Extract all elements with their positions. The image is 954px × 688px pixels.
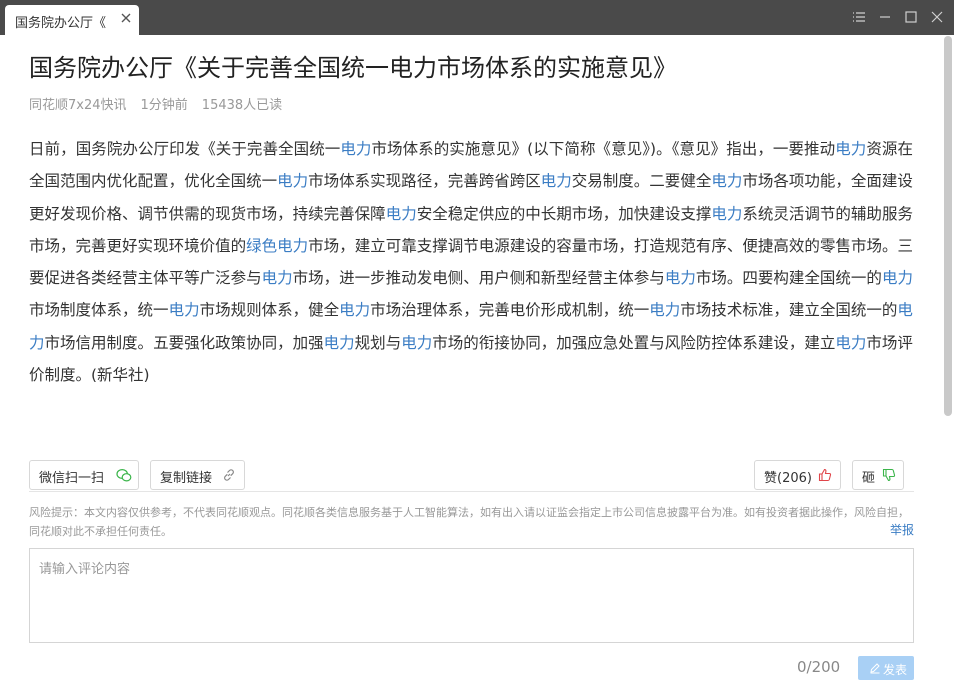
- char-counter: 0/200: [797, 658, 841, 676]
- like-label: 赞(206): [764, 471, 812, 486]
- wechat-icon: [116, 468, 132, 482]
- keyword-link[interactable]: 电力: [169, 301, 200, 319]
- wechat-scan-label: 微信扫一扫: [39, 471, 105, 486]
- article-text: 日前，国务院办公厅印发《关于完善全国统一: [29, 140, 341, 158]
- send-label: 发表: [883, 663, 908, 677]
- send-button[interactable]: 发表: [858, 656, 914, 680]
- keyword-link[interactable]: 电力: [711, 172, 742, 190]
- thumbs-up-icon: [818, 468, 832, 482]
- keyword-link[interactable]: 电力: [277, 172, 308, 190]
- divider: [29, 491, 914, 492]
- dislike-button[interactable]: 砸: [852, 460, 904, 490]
- article-text: 安全稳定供应的中长期市场，加快建设支撑: [416, 204, 712, 223]
- tab-title: 国务院办公厅《: [15, 16, 107, 31]
- article-source: 同花顺7x24快讯: [29, 98, 127, 113]
- keyword-link[interactable]: 电力: [711, 205, 742, 223]
- title-bar: 国务院办公厅《: [0, 0, 954, 35]
- article-body: 日前，国务院办公厅印发《关于完善全国统一电力市场体系的实施意见》(以下简称《意见…: [29, 133, 913, 391]
- article-text: 市场。四要构建全国统一的: [695, 269, 882, 288]
- keyword-link[interactable]: 电力: [649, 301, 680, 319]
- copy-link-label: 复制链接: [160, 471, 213, 486]
- keyword-link[interactable]: 电力: [882, 269, 913, 287]
- window-close-icon[interactable]: [929, 9, 945, 25]
- link-icon: [224, 469, 234, 481]
- article-text: 市场制度体系，统一: [29, 301, 169, 320]
- article-text: 市场体系实现路径，完善跨省跨区: [308, 172, 541, 191]
- keyword-link[interactable]: 电力: [340, 140, 371, 158]
- keyword-link[interactable]: 电力: [835, 140, 866, 158]
- article-text: 市场体系的实施意见》(以下简称《意见》)。《意见》指出，一要推动: [371, 140, 836, 158]
- keyword-link[interactable]: 绿色电力: [246, 237, 308, 255]
- article-views: 15438人已读: [201, 98, 283, 113]
- article-text: 市场，进一步推动发电侧、用户侧和新型经营主体参与: [292, 269, 665, 288]
- article-text: 市场规则体系，健全: [199, 301, 340, 320]
- article-text: 市场的衔接协同，加强应急处置与风险防控体系建设，建立: [432, 333, 836, 352]
- article-text: 规划与: [354, 333, 402, 352]
- report-link[interactable]: 举报: [890, 521, 914, 538]
- keyword-link[interactable]: 电力: [386, 205, 417, 223]
- thumbs-down-icon: [882, 468, 896, 482]
- article-text: 市场治理体系，完善电价形成机制，统一: [370, 301, 650, 320]
- keyword-link[interactable]: 电力: [835, 334, 866, 352]
- keyword-link[interactable]: 电力: [665, 269, 696, 287]
- wechat-scan-button[interactable]: 微信扫一扫: [29, 460, 139, 490]
- keyword-link[interactable]: 电力: [339, 301, 370, 319]
- article-time: 1分钟前: [140, 98, 188, 113]
- dislike-label: 砸: [862, 471, 876, 486]
- article-title: 国务院办公厅《关于完善全国统一电力市场体系的实施意见》: [29, 54, 677, 82]
- article-text: 市场信用制度。五要强化政策协同，加强: [44, 333, 324, 352]
- tab-article[interactable]: 国务院办公厅《: [5, 5, 139, 35]
- article-meta: 同花顺7x24快讯 1分钟前 15438人已读: [29, 94, 296, 113]
- maximize-icon[interactable]: [903, 9, 919, 25]
- article-text: 市场技术标准，建立全国统一的: [680, 301, 898, 320]
- like-button[interactable]: 赞(206): [754, 460, 841, 490]
- comment-placeholder: 请输入评论内容: [39, 562, 131, 577]
- scrollbar[interactable]: [944, 36, 952, 416]
- risk-notice: 风险提示：本文内容仅供参考，不代表同花顺观点。同花顺各类信息服务基于人工智能算法…: [29, 506, 909, 538]
- keyword-link[interactable]: 电力: [262, 269, 293, 287]
- close-icon[interactable]: [119, 11, 133, 25]
- comment-input[interactable]: 请输入评论内容: [29, 548, 914, 643]
- keyword-link[interactable]: 电力: [401, 334, 432, 352]
- keyword-link[interactable]: 电力: [324, 334, 355, 352]
- keyword-link[interactable]: 电力: [541, 172, 572, 190]
- pencil-icon: [870, 663, 880, 674]
- minimize-icon[interactable]: [877, 9, 893, 25]
- article-text: 交易制度。二要健全: [571, 172, 712, 191]
- list-icon[interactable]: [851, 9, 867, 25]
- copy-link-button[interactable]: 复制链接: [150, 460, 245, 490]
